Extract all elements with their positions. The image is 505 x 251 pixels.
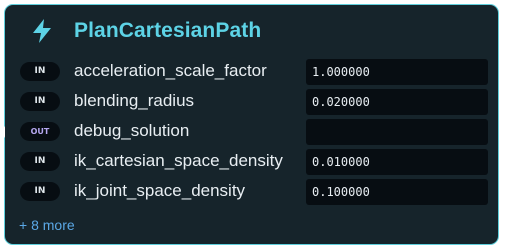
output-connector-handle[interactable] (1, 126, 5, 138)
port-row-blending-radius: IN blending_radius 0.020000 (5, 87, 498, 115)
port-direction-badge: OUT (20, 122, 60, 141)
lightning-bolt-icon (33, 19, 51, 43)
node-card[interactable]: PlanCartesianPath IN acceleration_scale_… (1, 4, 499, 245)
port-direction-badge: IN (20, 182, 60, 201)
port-direction-badge: IN (20, 62, 60, 81)
port-value-field[interactable]: 0.020000 (306, 89, 488, 115)
port-row-ik-joint-space-density: IN ik_joint_space_density 0.100000 (5, 177, 498, 205)
port-label: debug_solution (74, 121, 190, 140)
port-direction-badge: IN (20, 92, 60, 111)
node-title: PlanCartesianPath (74, 19, 262, 42)
port-label: acceleration_scale_factor (74, 61, 267, 80)
port-direction-badge: IN (20, 152, 60, 171)
port-row-debug-solution: OUT debug_solution (1, 117, 498, 145)
port-value-field[interactable]: 1.000000 (306, 59, 488, 85)
port-row-ik-cartesian-space-density: IN ik_cartesian_space_density 0.010000 (5, 147, 498, 175)
node-header: PlanCartesianPath (5, 5, 498, 57)
port-row-acceleration-scale-factor: IN acceleration_scale_factor 1.000000 (5, 57, 498, 85)
port-value-field[interactable]: 0.010000 (306, 149, 488, 175)
port-value-field[interactable]: 0.100000 (306, 179, 488, 205)
show-more-link[interactable]: + 8 more (19, 216, 75, 234)
port-label: ik_cartesian_space_density (74, 151, 283, 170)
port-label: blending_radius (74, 91, 195, 110)
port-label: ik_joint_space_density (74, 181, 246, 200)
port-value-field[interactable] (306, 119, 488, 145)
